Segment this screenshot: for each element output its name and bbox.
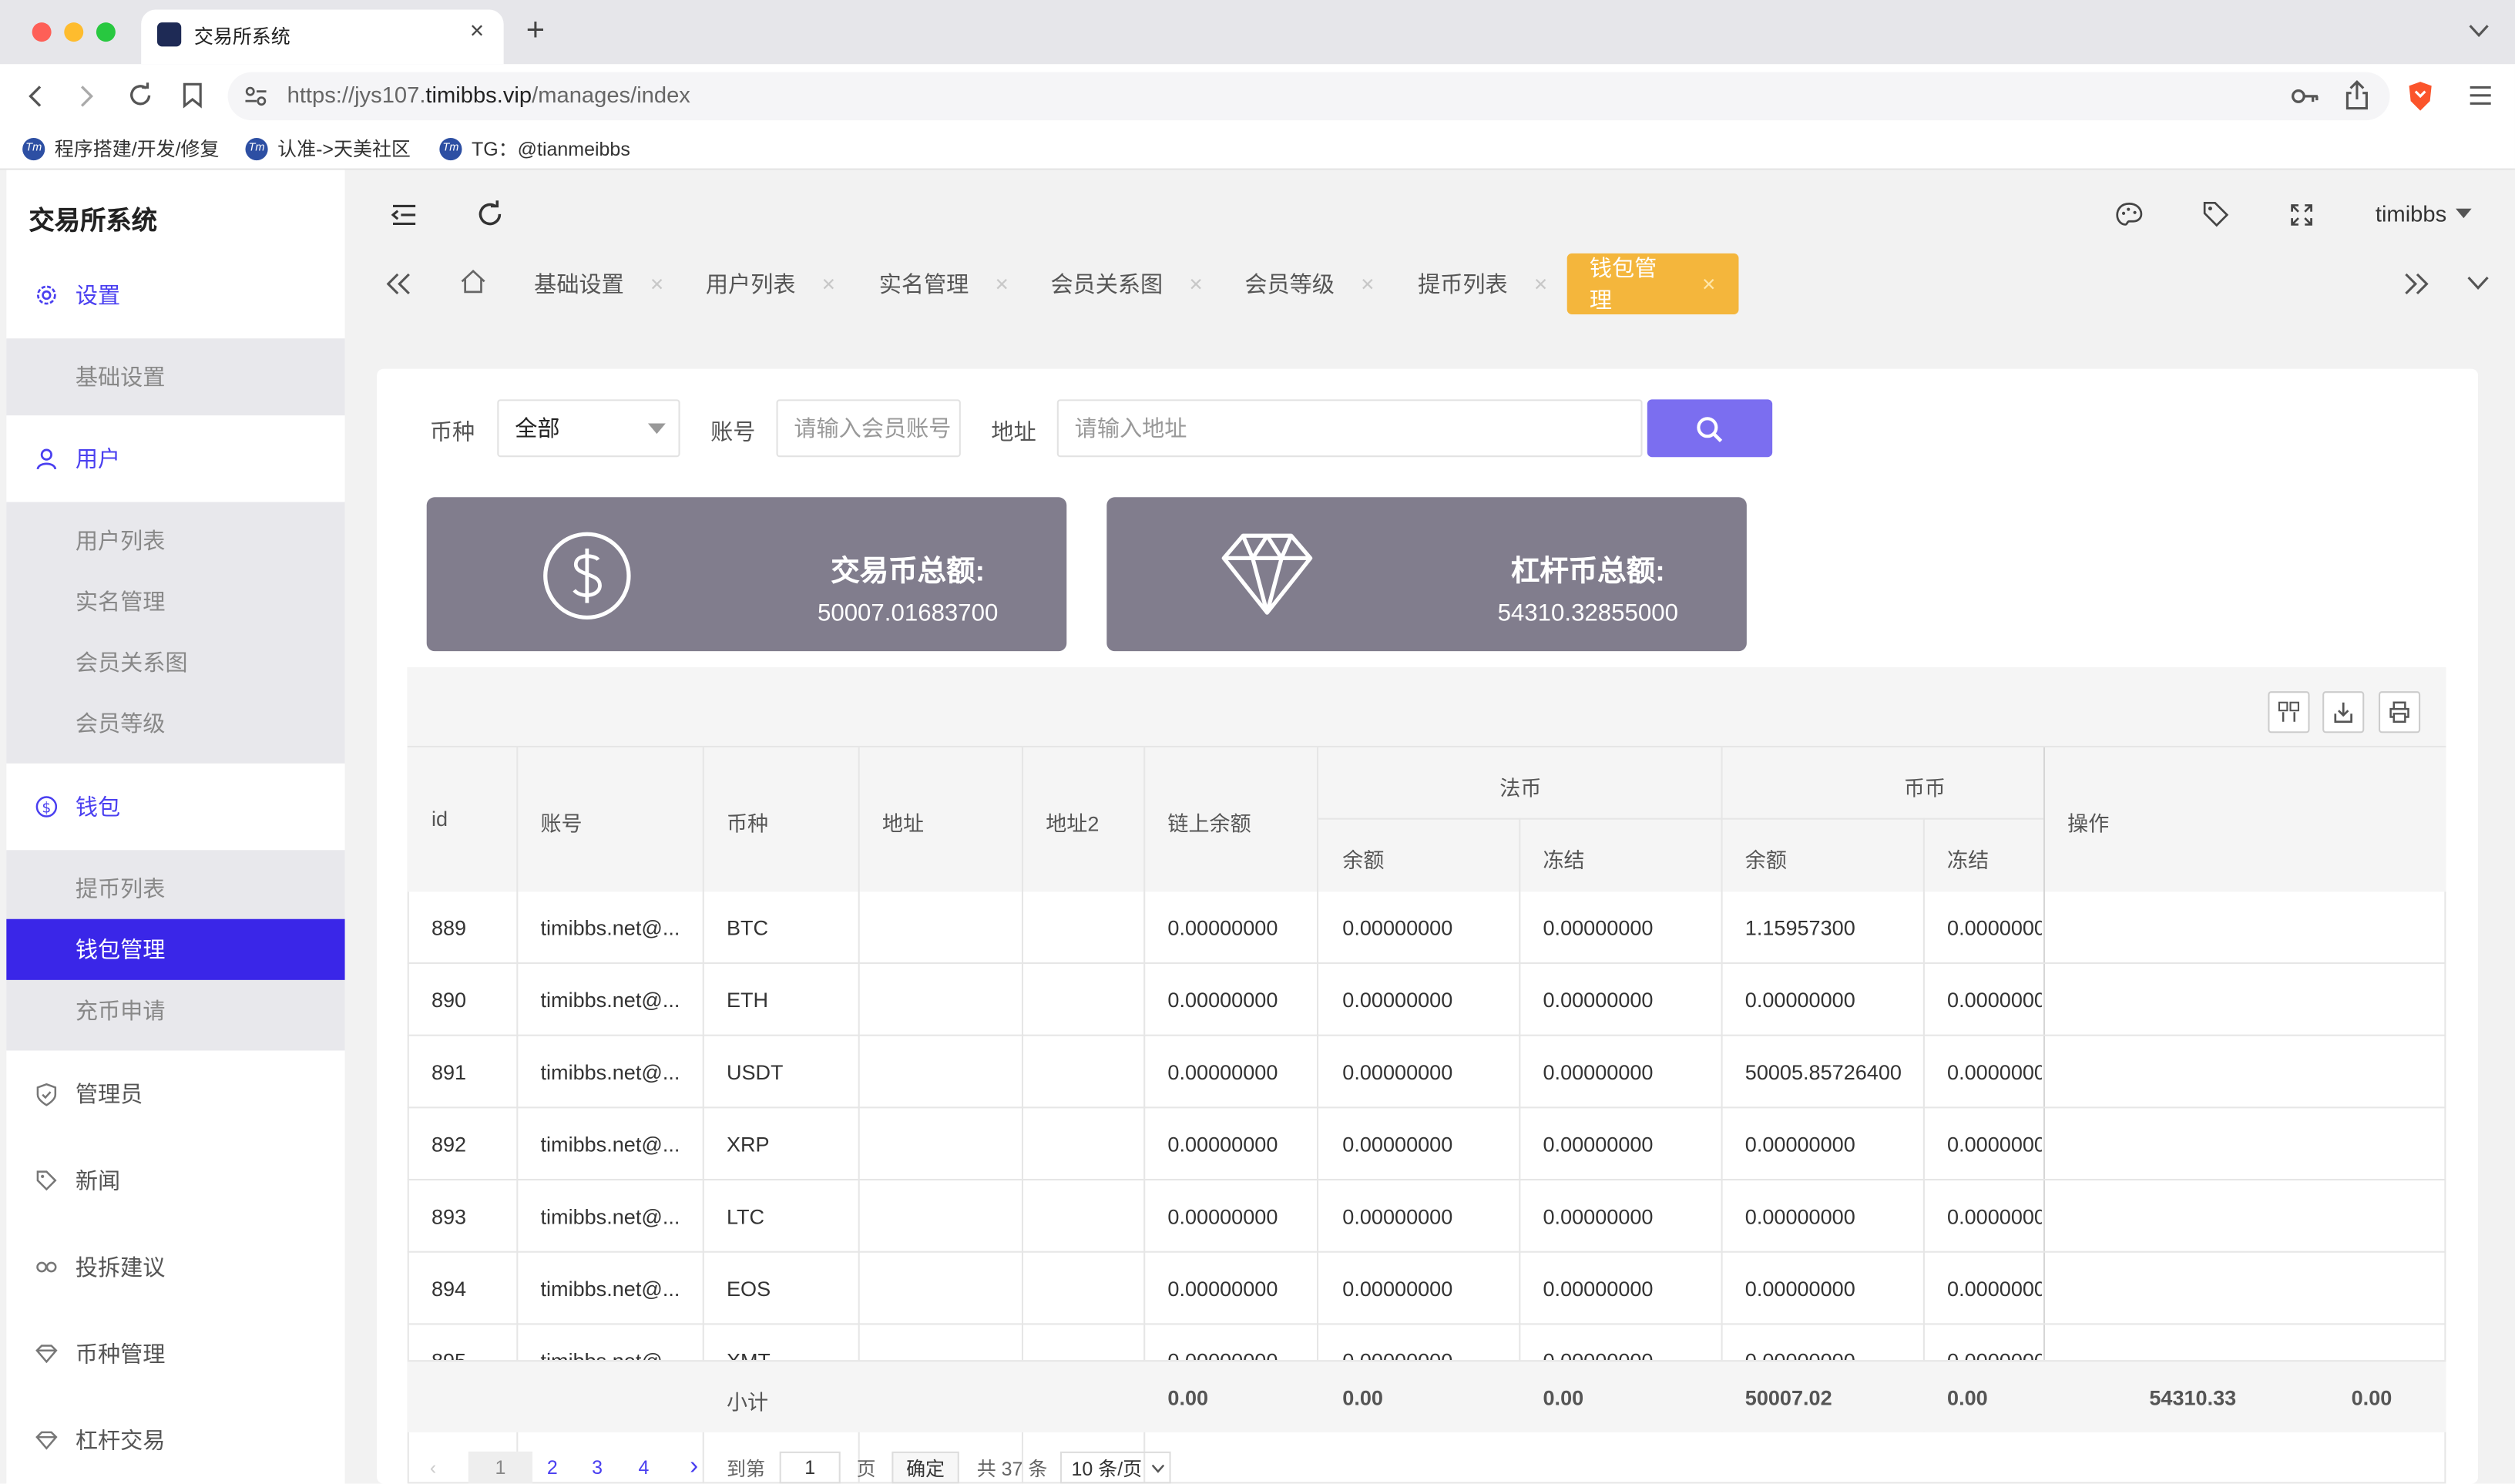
page-size-value: 10 条/页 bbox=[1071, 1457, 1143, 1480]
prev-page-icon[interactable]: ‹ bbox=[430, 1452, 436, 1484]
cell-coin-balance: 0.00000000 bbox=[1745, 1349, 1855, 1361]
cell-chain-balance: 0.00000000 bbox=[1167, 1276, 1278, 1301]
cell-chain-balance: 0.00000000 bbox=[1167, 1132, 1278, 1157]
subtotal-leverage-frozen: 0.00 bbox=[2351, 1385, 2392, 1410]
table-body: 889 timibbs.net@... BTC 0.00000000 0.0000000… bbox=[0, 0, 2515, 1360]
cell-id: 895 bbox=[431, 1349, 466, 1361]
cell-fiat-balance: 0.00000000 bbox=[1342, 1349, 1452, 1361]
cell-coin-balance: 0.00000000 bbox=[1744, 1132, 1855, 1157]
screen: 交易所系统 × + https://jys107. timibbs.vip/man… bbox=[0, 0, 2515, 1484]
subtotal-fiat-frozen: 0.00 bbox=[1543, 1385, 1584, 1410]
cell-chain-balance: 0.00000000 bbox=[1167, 1059, 1278, 1085]
cell-coin-frozen: 0.0000000 bbox=[1947, 915, 2042, 940]
total-count: 共 37 条 bbox=[976, 1457, 1048, 1480]
page-unit-label: 页 bbox=[856, 1457, 876, 1480]
cell-chain-balance: 0.00000000 bbox=[1167, 1349, 1278, 1361]
cell-id: 893 bbox=[431, 1204, 467, 1229]
cell-coin-frozen: 0.0000000 bbox=[1947, 1349, 2042, 1361]
goto-confirm-button[interactable]: 确定 bbox=[891, 1451, 959, 1484]
page-size-select[interactable]: 10 条/页 bbox=[1059, 1451, 1171, 1484]
goto-page-input[interactable]: 1 bbox=[779, 1451, 841, 1484]
cell-coin-frozen: 0.0000000 bbox=[1947, 1132, 2042, 1157]
cell-account: timibbs.net@... bbox=[540, 1349, 694, 1361]
cell-coin-balance: 0.00000000 bbox=[1744, 1276, 1855, 1301]
cell-currency: BTC bbox=[726, 915, 769, 940]
cell-coin-balance: 50005.85726400 bbox=[1744, 1059, 1902, 1085]
cell-account: timibbs.net@... bbox=[540, 1059, 680, 1085]
cell-coin-frozen: 0.0000000 bbox=[1947, 1059, 2042, 1085]
cell-fiat-frozen: 0.00000000 bbox=[1543, 1204, 1654, 1229]
cell-fiat-frozen: 0.00000000 bbox=[1543, 1132, 1654, 1157]
cell-coin-frozen: 0.0000000 bbox=[1947, 988, 2042, 1012]
cell-id: 889 bbox=[431, 915, 467, 940]
chevron-down-icon bbox=[1151, 1464, 1165, 1473]
subtotal-coin-frozen: 0.00 bbox=[1947, 1385, 1988, 1410]
cell-currency: XRP bbox=[726, 1132, 770, 1157]
cell-coin-balance: 1.15957300 bbox=[1744, 915, 1855, 940]
cell-account: timibbs.net@... bbox=[540, 988, 680, 1012]
page-4[interactable]: 4 bbox=[638, 1452, 649, 1484]
cell-fiat-balance: 0.00000000 bbox=[1342, 988, 1453, 1012]
page-2[interactable]: 2 bbox=[547, 1452, 558, 1484]
cell-id: 891 bbox=[431, 1059, 467, 1085]
cell-fiat-balance: 0.00000000 bbox=[1342, 1059, 1453, 1085]
cell-account: timibbs.net@... bbox=[540, 1132, 680, 1157]
cell-fiat-frozen: 0.00000000 bbox=[1543, 1349, 1653, 1361]
sidebar-item-leverage-trading[interactable]: 杠杆交易 bbox=[6, 1397, 344, 1483]
cell-chain-balance: 0.00000000 bbox=[1167, 915, 1278, 940]
cell-id: 892 bbox=[431, 1132, 467, 1157]
cell-id: 890 bbox=[431, 988, 467, 1012]
cell-chain-balance: 0.00000000 bbox=[1167, 988, 1278, 1012]
sidebar-item-label: 杠杆交易 bbox=[75, 1427, 166, 1453]
cell-account: timibbs.net@... bbox=[540, 1276, 680, 1301]
cell-coin-frozen: 0.0000000 bbox=[1947, 1276, 2042, 1301]
goto-label: 到第 bbox=[726, 1457, 765, 1480]
cell-id: 894 bbox=[431, 1276, 467, 1301]
subtotal-chain: 0.00 bbox=[1167, 1385, 1209, 1410]
cell-chain-balance: 0.00000000 bbox=[1167, 1204, 1278, 1229]
cell-fiat-frozen: 0.00000000 bbox=[1543, 1276, 1654, 1301]
cell-currency: ETH bbox=[726, 988, 769, 1012]
cell-currency: LTC bbox=[726, 1204, 765, 1229]
subtotal-leverage-balance: 54310.33 bbox=[2149, 1385, 2237, 1410]
subtotal-label: 小计 bbox=[726, 1390, 769, 1415]
table-footer-subtotal bbox=[407, 1360, 2446, 1432]
cell-currency: XMT bbox=[727, 1349, 771, 1361]
cell-fiat-balance: 0.00000000 bbox=[1342, 1132, 1453, 1157]
cell-account: timibbs.net@... bbox=[540, 1204, 680, 1229]
cell-coin-balance: 0.00000000 bbox=[1744, 988, 1855, 1012]
page-1[interactable]: 1 bbox=[468, 1451, 533, 1484]
diamond-icon bbox=[35, 1431, 58, 1450]
cell-coin-balance: 0.00000000 bbox=[1744, 1204, 1855, 1229]
cell-fiat-balance: 0.00000000 bbox=[1342, 915, 1453, 940]
subtotal-coin-balance: 50007.02 bbox=[1744, 1385, 1832, 1410]
cell-account: timibbs.net@... bbox=[540, 915, 680, 940]
cell-coin-frozen: 0.0000000 bbox=[1947, 1204, 2042, 1229]
cell-fiat-frozen: 0.00000000 bbox=[1543, 988, 1654, 1012]
cell-fiat-balance: 0.00000000 bbox=[1342, 1276, 1453, 1301]
cell-fiat-frozen: 0.00000000 bbox=[1543, 1059, 1654, 1085]
cell-currency: USDT bbox=[726, 1059, 784, 1085]
page-3[interactable]: 3 bbox=[592, 1452, 603, 1484]
subtotal-fiat-balance: 0.00 bbox=[1342, 1385, 1383, 1410]
cell-currency: EOS bbox=[726, 1276, 771, 1301]
cell-fiat-balance: 0.00000000 bbox=[1342, 1204, 1453, 1229]
cell-fiat-frozen: 0.00000000 bbox=[1543, 915, 1654, 940]
next-page-icon[interactable]: › bbox=[690, 1452, 698, 1484]
